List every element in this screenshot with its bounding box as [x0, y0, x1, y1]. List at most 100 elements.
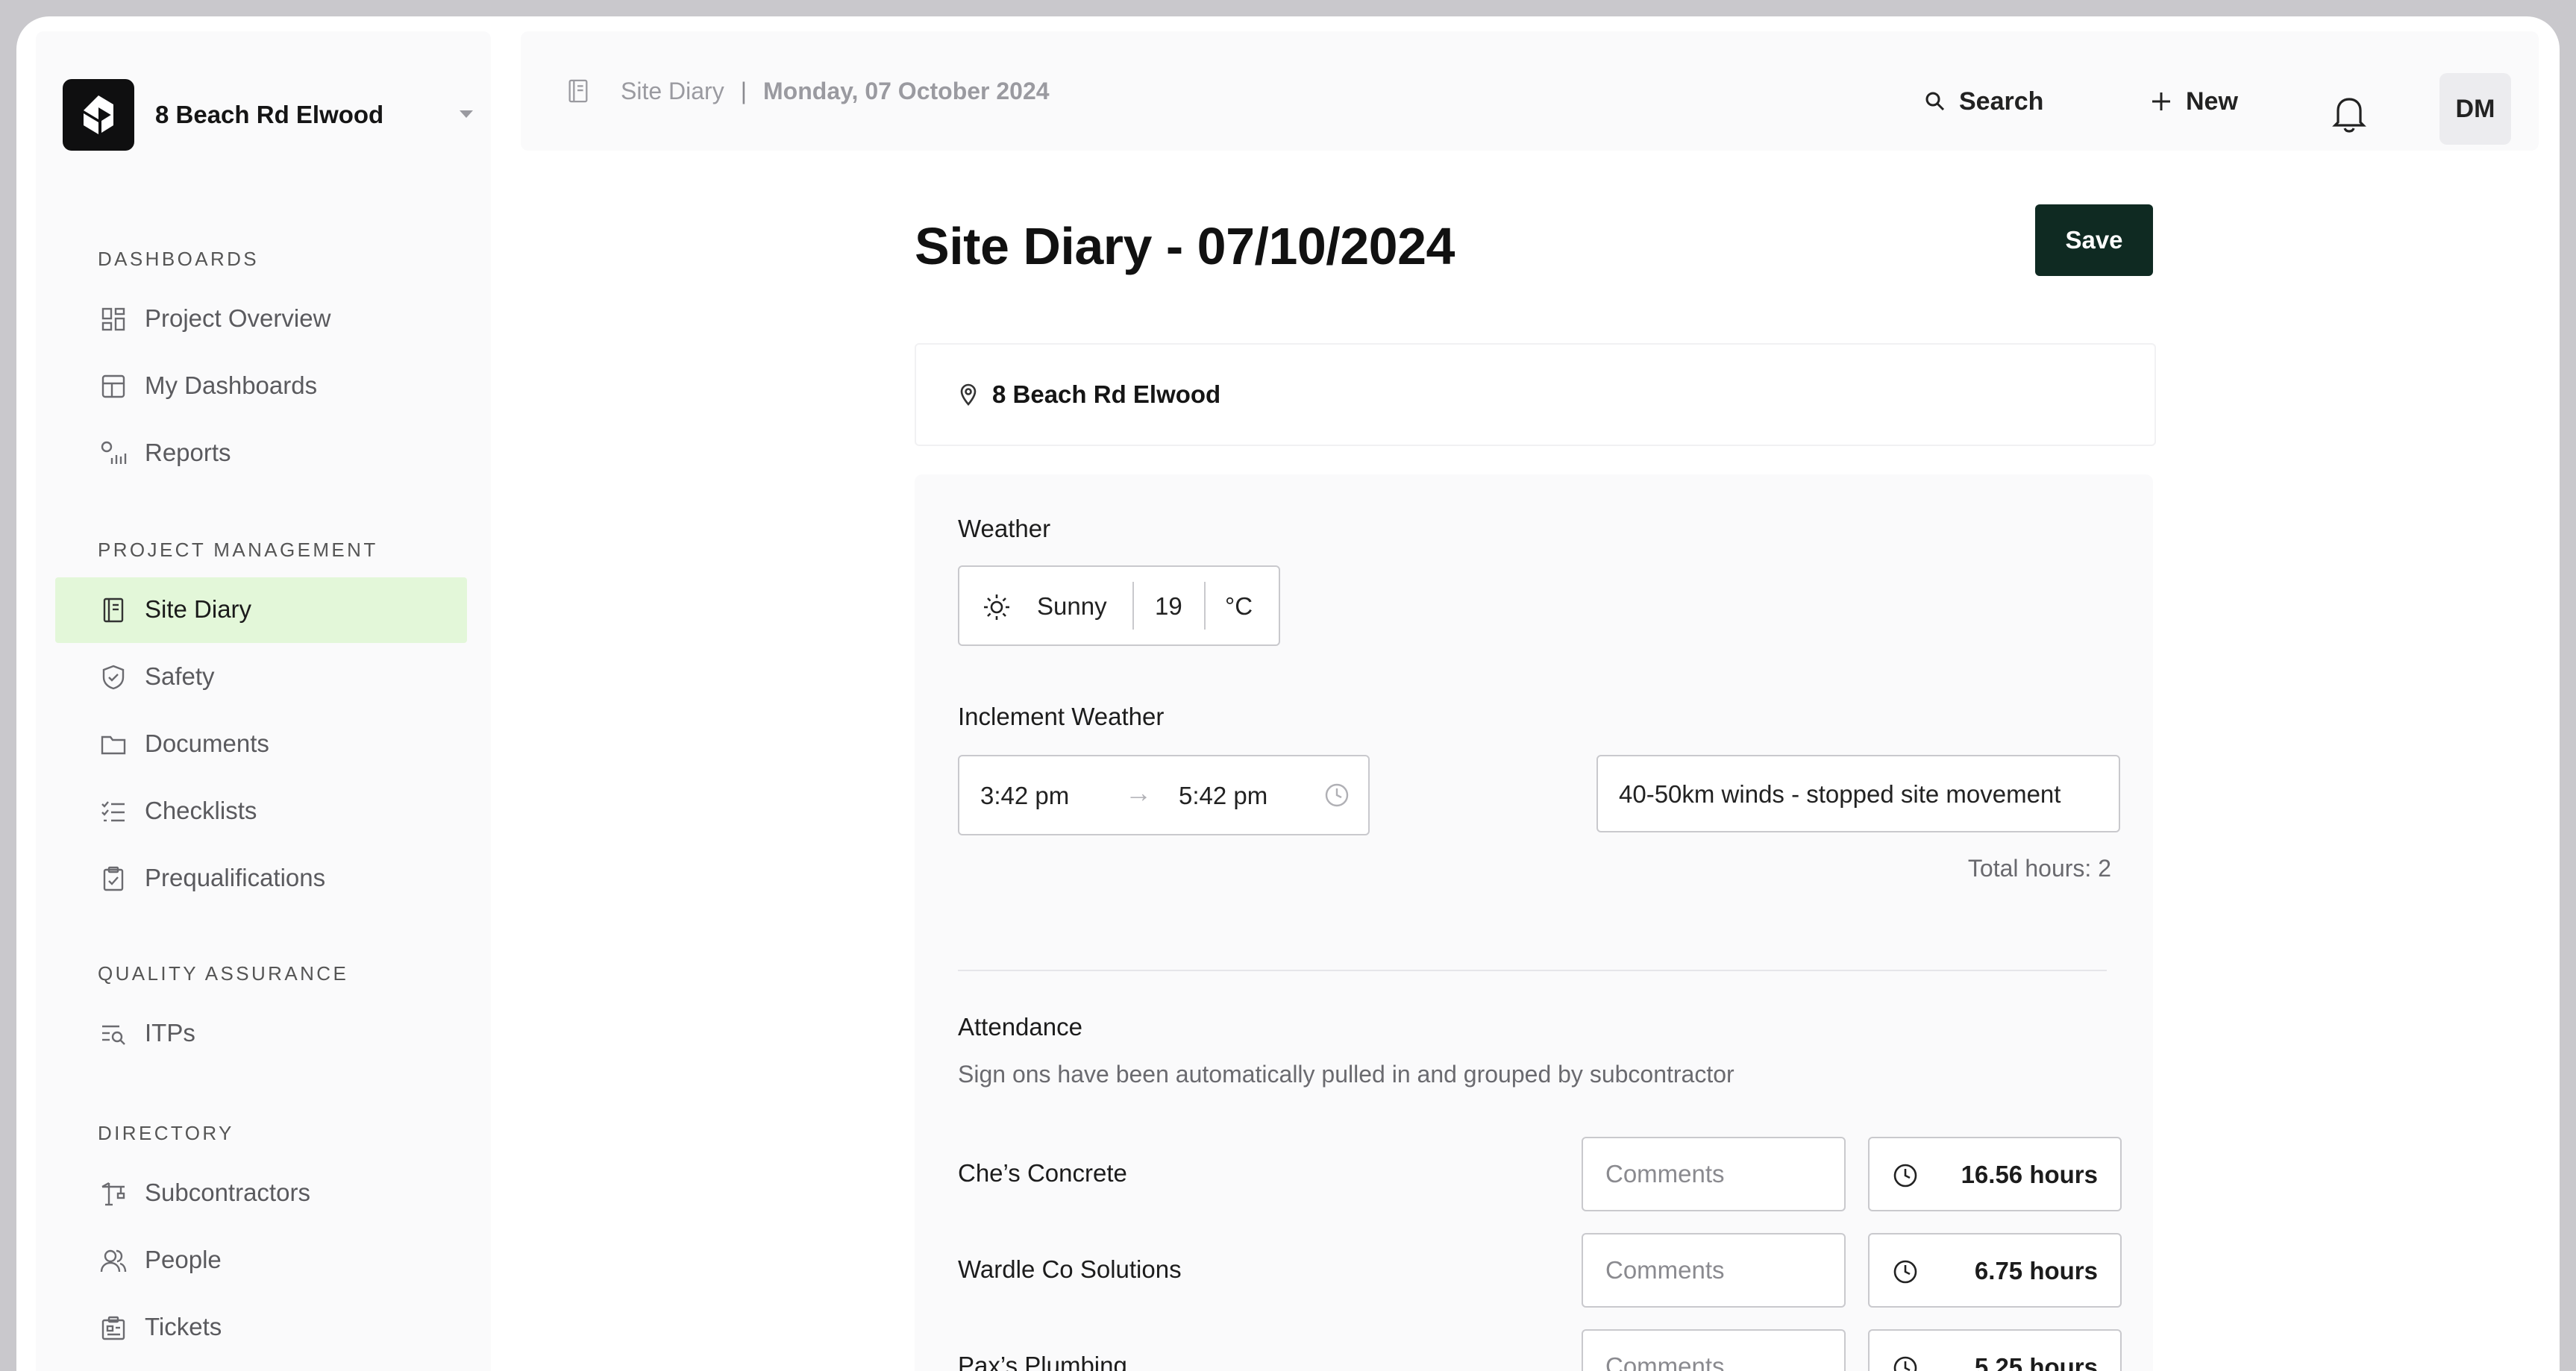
sidebar-item-label: Subcontractors — [145, 1179, 310, 1206]
reports-icon — [100, 440, 127, 467]
sidebar-item-label: My Dashboards — [145, 371, 318, 399]
sidebar-item-safety[interactable]: Safety — [55, 644, 467, 710]
crane-icon — [100, 1180, 127, 1207]
sidebar-item-project-overview[interactable]: Project Overview — [55, 286, 467, 352]
sidebar-item-tickets[interactable]: Tickets — [55, 1295, 467, 1361]
avatar[interactable]: DM — [2439, 73, 2511, 145]
temperature-value[interactable]: 19 — [1155, 592, 1182, 621]
search-icon — [1925, 92, 1945, 111]
start-time[interactable]: 3:42 pm — [980, 782, 1069, 810]
comments-input[interactable] — [1582, 1137, 1846, 1211]
inclement-weather-note-input[interactable]: 40-50km winds - stopped site movement — [1596, 755, 2120, 832]
weather-label: Weather — [958, 515, 1051, 542]
plus-icon — [2152, 92, 2170, 110]
clock-icon — [1893, 1260, 1917, 1284]
search-label: Search — [1959, 87, 2044, 116]
hours-value: 6.75 hours — [1974, 1257, 2098, 1284]
breadcrumb-section[interactable]: Site Diary — [621, 78, 724, 105]
breadcrumb: Site Diary | Monday, 07 October 2024 — [565, 76, 1050, 106]
sidebar-item-checklists[interactable]: Checklists — [55, 779, 467, 844]
bell-icon[interactable] — [2332, 94, 2366, 133]
location-pin-icon — [960, 383, 977, 406]
weather-condition[interactable]: Sunny — [1037, 592, 1107, 621]
hours-field[interactable]: 5.25 hours — [1868, 1329, 2122, 1371]
sidebar-item-label: Reports — [145, 439, 231, 466]
clock-icon — [1325, 783, 1349, 807]
search-button[interactable]: Search — [1925, 84, 2043, 119]
sidebar-item-label: Site Diary — [145, 595, 252, 623]
sidebar-item-subcontractors[interactable]: Subcontractors — [55, 1161, 467, 1226]
itp-icon — [100, 1020, 127, 1047]
app-logo-icon — [63, 79, 134, 151]
diary-icon — [100, 597, 127, 624]
attendance-description: Sign ons have been automatically pulled … — [958, 1061, 1734, 1088]
app-window: 8 Beach Rd Elwood DASHBOARDS Project Ove… — [16, 16, 2560, 1371]
ticket-icon — [100, 1314, 127, 1341]
location-name: 8 Beach Rd Elwood — [992, 380, 1221, 408]
folder-icon — [100, 731, 127, 758]
sidebar-item-itps[interactable]: ITPs — [55, 1001, 467, 1067]
project-name: 8 Beach Rd Elwood — [155, 101, 384, 128]
section-project-management: PROJECT MANAGEMENT — [98, 539, 378, 561]
checklist-icon — [100, 798, 127, 825]
total-hours: Total hours: 2 — [1967, 855, 2111, 882]
topbar: Site Diary | Monday, 07 October 2024 Sea… — [521, 31, 2539, 151]
end-time[interactable]: 5:42 pm — [1179, 782, 1267, 810]
sidebar-item-label: Checklists — [145, 797, 257, 824]
sidebar-item-prequalifications[interactable]: Prequalifications — [55, 846, 467, 912]
sidebar-item-label: Prequalifications — [145, 864, 326, 891]
comments-input[interactable] — [1582, 1233, 1846, 1308]
people-icon — [100, 1247, 127, 1274]
sidebar: 8 Beach Rd Elwood DASHBOARDS Project Ove… — [36, 31, 491, 1371]
sidebar-item-documents[interactable]: Documents — [55, 712, 467, 777]
arrow-right-icon: → — [1125, 777, 1152, 808]
project-switcher[interactable]: 8 Beach Rd Elwood — [63, 79, 480, 151]
hours-field[interactable]: 6.75 hours — [1868, 1233, 2122, 1308]
section-directory: DIRECTORY — [98, 1122, 234, 1144]
attendance-row: Che’s Concrete 16.56 hours — [915, 1137, 2153, 1211]
subcontractor-name: Che’s Concrete — [958, 1159, 1127, 1187]
hours-value: 16.56 hours — [1961, 1161, 2098, 1188]
sidebar-item-people[interactable]: People — [55, 1228, 467, 1293]
diary-form-panel: Weather Sunny 19 °C Inclement Weather 3:… — [915, 474, 2153, 1371]
sidebar-item-label: Safety — [145, 662, 215, 690]
temperature-unit[interactable]: °C — [1225, 592, 1253, 621]
section-quality-assurance: QUALITY ASSURANCE — [98, 962, 349, 985]
comments-input[interactable] — [1582, 1329, 1846, 1371]
chevron-down-icon[interactable] — [460, 110, 473, 118]
save-button[interactable]: Save — [2035, 204, 2153, 276]
divider — [1132, 582, 1134, 630]
shield-icon — [100, 664, 127, 691]
attendance-row: Wardle Co Solutions 6.75 hours — [915, 1233, 2153, 1308]
dashboard-icon — [100, 373, 127, 400]
hours-field[interactable]: 16.56 hours — [1868, 1137, 2122, 1211]
sidebar-item-label: Tickets — [145, 1313, 222, 1340]
divider — [1204, 582, 1206, 630]
diary-icon — [565, 78, 591, 104]
breadcrumb-date: Monday, 07 October 2024 — [763, 77, 1050, 104]
page-title: Site Diary - 07/10/2024 — [915, 217, 1455, 275]
sidebar-item-site-diary[interactable]: Site Diary — [55, 577, 467, 643]
sidebar-item-label: Documents — [145, 730, 269, 757]
breadcrumb-separator: | — [740, 77, 748, 104]
section-dashboards: DASHBOARDS — [98, 248, 260, 270]
sidebar-item-my-dashboards[interactable]: My Dashboards — [55, 354, 467, 419]
location-card: 8 Beach Rd Elwood — [915, 343, 2156, 446]
divider — [958, 970, 2107, 971]
new-button[interactable]: New — [2150, 84, 2238, 119]
sidebar-item-label: People — [145, 1246, 222, 1273]
time-range-picker[interactable]: 3:42 pm → 5:42 pm — [958, 755, 1370, 835]
weather-input[interactable]: Sunny 19 °C — [958, 565, 1280, 646]
sun-icon — [984, 594, 1009, 620]
inclement-weather-label: Inclement Weather — [958, 703, 1165, 730]
grid-icon — [100, 306, 127, 333]
sidebar-item-reports[interactable]: Reports — [55, 421, 467, 486]
sidebar-item-label: Project Overview — [145, 304, 331, 332]
subcontractor-name: Wardle Co Solutions — [958, 1255, 1182, 1283]
hours-value: 5.25 hours — [1974, 1353, 2098, 1371]
attendance-label: Attendance — [958, 1013, 1082, 1041]
clock-icon — [1893, 1356, 1917, 1371]
clock-icon — [1893, 1164, 1917, 1188]
clipboard-icon — [100, 865, 127, 892]
subcontractor-name: Pax’s Plumbing — [958, 1352, 1127, 1371]
